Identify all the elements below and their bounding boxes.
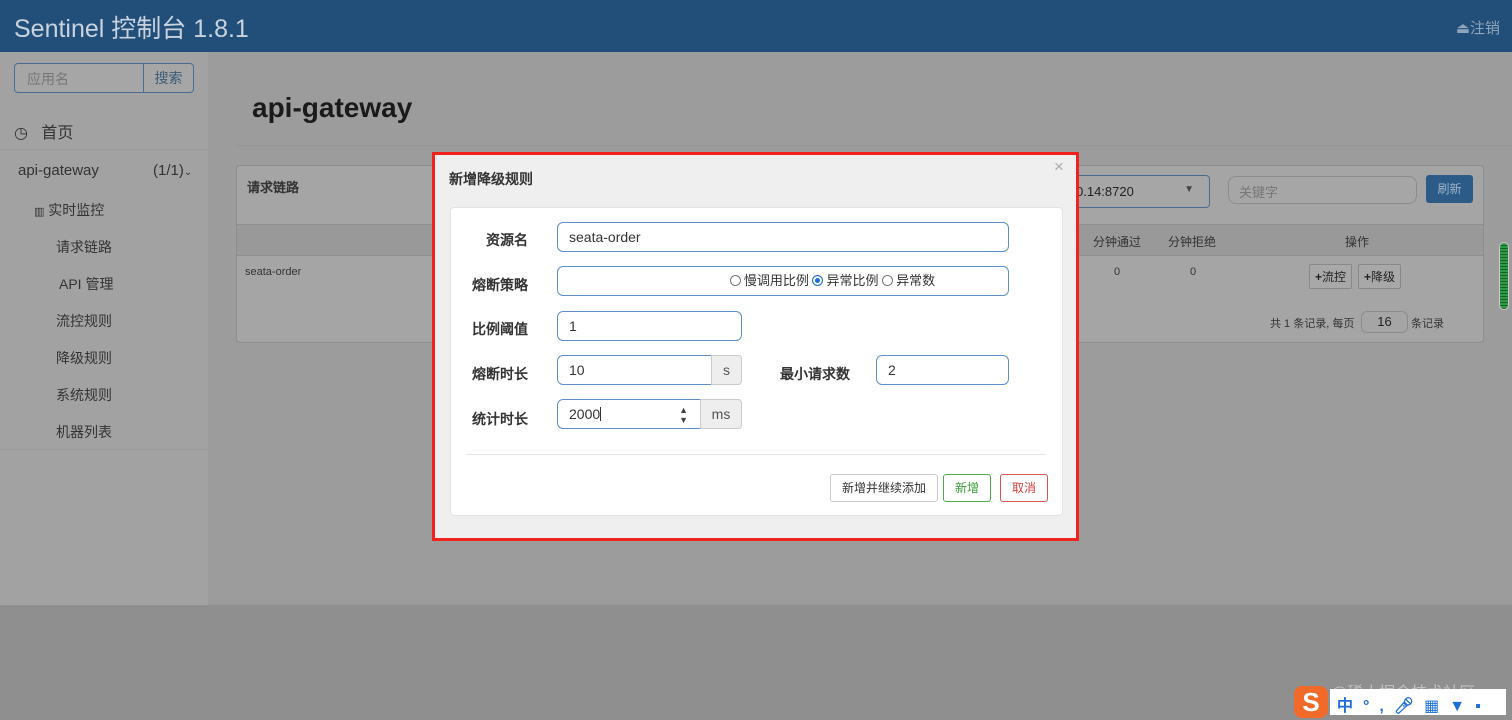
spinner-icon[interactable]: ▲ ▼ bbox=[679, 400, 688, 425]
pagination-prefix: 共 1 条记录, 每页 bbox=[1270, 318, 1355, 330]
logout-icon: ⏏ bbox=[1455, 20, 1470, 37]
threshold-input[interactable]: 1 bbox=[557, 311, 742, 341]
refresh-button[interactable]: 刷新 bbox=[1426, 175, 1473, 203]
chevron-down-icon[interactable]: ⌄ bbox=[184, 167, 192, 178]
brand-title: Sentinel 控制台 1.8.1 bbox=[14, 15, 249, 43]
row-resource: seata-order bbox=[245, 266, 302, 278]
ime-tools[interactable]: 中°,🎤︎▦▼▪ bbox=[1337, 692, 1491, 716]
plus-icon: + bbox=[1315, 270, 1323, 284]
resource-input[interactable]: seata-order bbox=[557, 222, 1009, 252]
duration-input[interactable]: 10 bbox=[557, 355, 712, 385]
apps-icon: ▪ bbox=[1475, 698, 1491, 715]
keyboard-icon: ▦ bbox=[1424, 698, 1450, 715]
sidebar-item-flow-rules[interactable]: 流控规则 bbox=[56, 311, 112, 331]
sidebar-item-api[interactable]: API 管理 bbox=[59, 274, 113, 294]
strategy-label: 熔断策略 bbox=[472, 277, 528, 293]
machine-select[interactable]: 0.14:8720 ▼ bbox=[1060, 175, 1210, 208]
sogou-logo-icon[interactable]: S bbox=[1294, 686, 1328, 718]
mic-icon: 🎤︎ bbox=[1393, 698, 1425, 715]
close-icon[interactable]: × bbox=[1054, 157, 1064, 177]
add-continue-button[interactable]: 新增并继续添加 bbox=[830, 474, 939, 502]
skin-icon: ▼ bbox=[1449, 698, 1476, 715]
search-button[interactable]: 搜索 bbox=[143, 63, 194, 93]
page-size-input[interactable]: 16 bbox=[1361, 311, 1408, 333]
text-cursor bbox=[600, 407, 602, 421]
plus-icon: + bbox=[1364, 270, 1372, 284]
app-count: (1/1)⌄ bbox=[153, 162, 193, 179]
radio-slow-ratio[interactable]: 慢调用比例 bbox=[729, 273, 809, 288]
sidebar-item-degrade-rules[interactable]: 降级规则 bbox=[56, 348, 112, 368]
min-request-label: 最小请求数 bbox=[780, 366, 850, 382]
sidebar-app-name[interactable]: api-gateway bbox=[18, 162, 99, 179]
logout-link[interactable]: ⏏注销 bbox=[1456, 17, 1500, 38]
sidebar-item-monitor[interactable]: ▥ 实时监控 bbox=[34, 200, 104, 220]
sidebar-item-machines[interactable]: 机器列表 bbox=[56, 422, 112, 442]
stat-interval-label: 统计时长 bbox=[472, 411, 528, 427]
radio-icon bbox=[882, 275, 894, 286]
panel-title: 请求链路 bbox=[247, 180, 300, 195]
page-title: api-gateway bbox=[252, 92, 413, 123]
divider bbox=[0, 449, 208, 450]
top-header: Sentinel 控制台 1.8.1 ⏏注销 bbox=[0, 0, 1512, 52]
duration-label: 熔断时长 bbox=[472, 366, 528, 382]
min-request-input[interactable]: 2 bbox=[876, 355, 1009, 385]
sidebar-item-trace[interactable]: 请求链路 bbox=[56, 237, 112, 257]
sidebar-item-home[interactable]: ◷ 首页 bbox=[14, 119, 73, 143]
threshold-label: 比例阈值 bbox=[472, 321, 528, 337]
pagination-suffix: 条记录 bbox=[1411, 318, 1444, 330]
col-ops: 操作 bbox=[1345, 235, 1370, 249]
punctuation-icon: °, bbox=[1363, 698, 1394, 715]
col-block: 分钟拒绝 bbox=[1168, 235, 1217, 249]
dashboard-icon: ◷ bbox=[14, 125, 28, 142]
divider bbox=[466, 454, 1046, 455]
divider bbox=[0, 149, 208, 150]
strategy-radio-group: 慢调用比例 异常比例 异常数 bbox=[557, 266, 1009, 296]
resource-label: 资源名 bbox=[486, 232, 528, 248]
add-flow-button[interactable]: +流控 bbox=[1309, 264, 1353, 289]
stat-interval-input[interactable]: 2000 ▲ ▼ bbox=[557, 399, 701, 429]
radio-checked-icon bbox=[812, 275, 824, 286]
radio-error-ratio[interactable]: 异常比例 bbox=[812, 273, 879, 288]
bar-chart-icon: ▥ bbox=[34, 206, 45, 218]
col-pass: 分钟通过 bbox=[1093, 235, 1142, 249]
keyword-input[interactable]: 关键字 bbox=[1228, 176, 1417, 204]
modal-title: 新增降级规则 bbox=[449, 171, 533, 187]
divider bbox=[236, 145, 1512, 146]
cancel-button[interactable]: 取消 bbox=[1000, 474, 1049, 502]
stat-interval-unit: ms bbox=[700, 399, 742, 429]
app-search-input[interactable]: 应用名 bbox=[14, 63, 144, 93]
radio-icon bbox=[729, 275, 741, 286]
add-button[interactable]: 新增 bbox=[943, 474, 992, 502]
row-pass: 0 bbox=[1114, 266, 1121, 278]
add-degrade-button[interactable]: +降级 bbox=[1358, 264, 1402, 289]
row-block: 0 bbox=[1190, 266, 1197, 278]
scrollbar[interactable] bbox=[1499, 242, 1509, 310]
caret-down-icon: ▼ bbox=[1184, 184, 1194, 195]
duration-unit: s bbox=[711, 355, 742, 385]
sidebar-item-system-rules[interactable]: 系统规则 bbox=[56, 385, 112, 405]
radio-error-count[interactable]: 异常数 bbox=[882, 273, 935, 288]
